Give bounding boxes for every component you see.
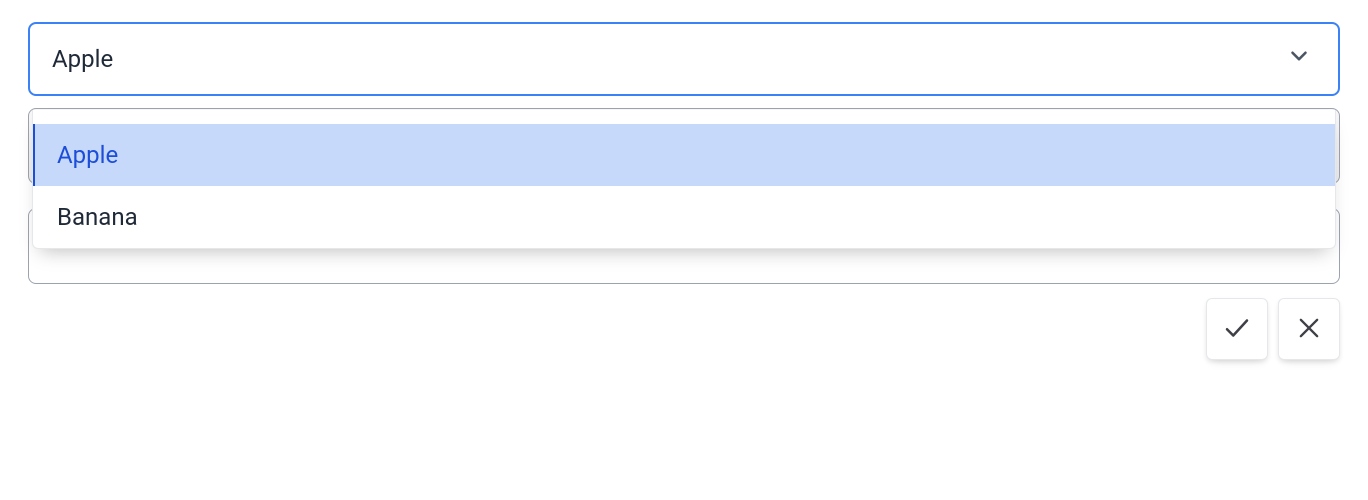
option-apple[interactable]: Apple [33, 124, 1335, 186]
fruit-select[interactable]: Apple [28, 22, 1340, 96]
cancel-button[interactable] [1278, 298, 1340, 360]
inline-edit-actions [28, 298, 1340, 360]
option-banana[interactable]: Banana [33, 186, 1335, 248]
chevron-down-icon [1286, 43, 1312, 75]
option-label: Banana [57, 203, 138, 231]
confirm-button[interactable] [1206, 298, 1268, 360]
check-icon [1222, 313, 1252, 346]
close-icon [1295, 314, 1323, 345]
fruit-select-dropdown: Apple Banana [32, 110, 1336, 249]
option-label: Apple [57, 141, 118, 169]
fruit-select-value: Apple [52, 45, 113, 73]
